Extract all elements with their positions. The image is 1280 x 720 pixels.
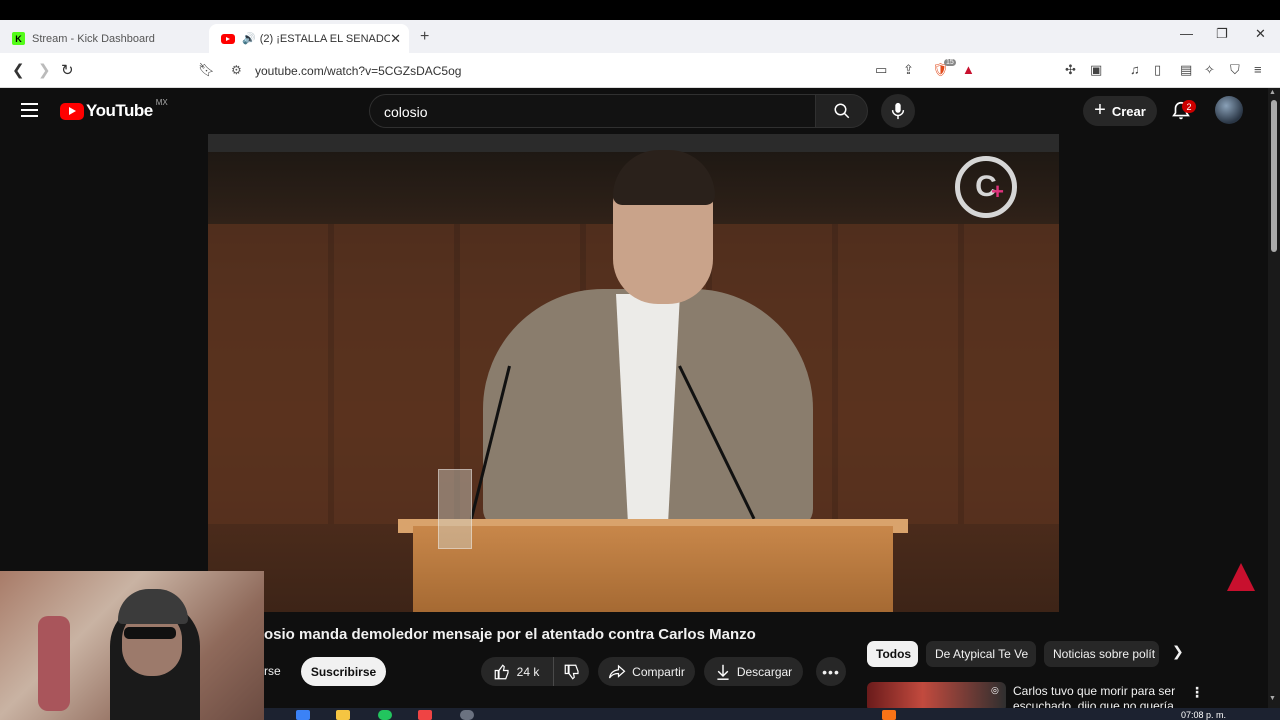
account-avatar[interactable] [1215,96,1243,124]
back-arrow-icon[interactable]: ❮ [12,61,25,79]
chip-news[interactable]: Noticias sobre polít [1044,641,1159,667]
brave-rewards-icon[interactable]: ▲ [962,62,975,77]
video-scene-water-glass [438,469,472,549]
tab-kick-dashboard[interactable]: K Stream - Kick Dashboard [0,24,205,53]
share-button[interactable]: Compartir [598,657,695,686]
os-taskbar [264,708,1280,720]
close-tab-icon[interactable]: ✕ [390,31,401,47]
voice-search-button[interactable] [881,94,915,128]
kick-favicon-icon: K [12,32,25,45]
notifications-badge: 2 [1182,100,1196,113]
guide-menu-icon[interactable] [21,103,38,117]
vpn-icon[interactable]: ⛉ [1230,62,1240,78]
minimize-icon[interactable]: — [1180,26,1193,41]
cast-icon[interactable]: ▭ [875,62,887,78]
taskbar-folder-icon[interactable] [336,710,350,720]
sidebar-icon[interactable]: ▯ [1154,62,1161,78]
share-label: Compartir [632,664,685,679]
site-settings-icon[interactable]: ⚙︎ [231,63,242,77]
tab-youtube-video[interactable]: 🔊 (2) ¡ESTALLA EL SENADO! Col ✕ [209,24,409,53]
microphone-icon [891,102,905,120]
browser-tab-bar: K Stream - Kick Dashboard 🔊 (2) ¡ESTALLA… [0,20,1280,53]
tab-search-icon[interactable]: ▣ [1090,62,1102,78]
taskbar-brave-icon[interactable] [418,710,432,720]
scrollbar-thumb[interactable] [1271,100,1277,252]
youtube-logo[interactable]: YouTube MX [60,97,168,121]
taskbar-edge-icon[interactable] [296,710,310,720]
download-button[interactable]: Descargar [704,657,803,686]
taskbar-tray-icon[interactable] [882,710,896,720]
bookmark-icon[interactable]: 🔖︎ [198,62,215,78]
tab-title: (2) ¡ESTALLA EL SENADO! Col [259,32,390,45]
media-icon[interactable]: ♫ [1130,62,1140,77]
audio-playing-icon[interactable]: 🔊 [242,32,256,45]
menu-icon[interactable]: ≡ [1254,62,1262,77]
webcam-person-glasses [124,627,176,639]
extensions-icon[interactable]: ✣ [1065,62,1076,78]
search-input[interactable]: colosio [369,94,816,128]
more-actions-button[interactable]: ••• [816,657,846,686]
video-scene-podium [413,526,893,612]
scroll-down-icon[interactable]: ▼ [1269,695,1276,702]
subscribers-partial-text: rse [264,664,281,678]
webcam-person-cap [118,589,188,624]
dislike-button[interactable] [553,657,589,686]
leo-ai-icon[interactable]: ✧ [1204,62,1215,78]
webcam-background-coat [38,616,70,711]
taskbar-clock: 07:08 p. m. [1181,710,1227,720]
chip-channel[interactable]: De Atypical Te Ve [926,641,1036,667]
thumbs-down-icon [564,664,579,680]
taskbar-app-icon[interactable] [378,710,392,720]
share-arrow-icon [609,664,626,678]
webcam-overlay [0,571,264,720]
like-count: 24 k [516,664,540,679]
reload-icon[interactable]: ↻ [61,61,74,79]
url-text[interactable]: youtube.com/watch?v=5CGZsDAC5og [255,64,461,78]
new-tab-plus-icon[interactable]: + [420,28,429,46]
restore-icon[interactable]: ❐ [1216,26,1228,42]
region-code: MX [155,97,168,107]
share-page-icon[interactable]: ⇪ [903,62,914,78]
create-button[interactable]: + Crear [1083,96,1157,126]
related-video-menu-icon[interactable]: ⋮ [1190,684,1204,701]
channel-watermark-icon: ◎ [991,685,999,695]
video-scene-speaker-hair [613,150,715,205]
chevron-right-icon[interactable]: ❯ [1172,643,1184,660]
video-scene-balcony [208,134,1059,152]
like-button[interactable]: 24 k [481,657,551,686]
like-dislike-group: 24 k [481,657,589,686]
forward-arrow-icon[interactable]: ❯ [38,61,51,79]
atypical-logo-icon [1227,563,1255,591]
video-title: osio manda demoledor mensaje por el aten… [264,626,756,643]
tab-title: Stream - Kick Dashboard [32,32,155,45]
brave-badge: 15 [944,59,956,66]
search-icon [834,103,849,119]
download-label: Descargar [736,664,793,679]
wallet-icon[interactable]: ▤ [1180,62,1192,78]
screen: K Stream - Kick Dashboard 🔊 (2) ¡ESTALLA… [0,0,1280,720]
scroll-up-icon[interactable]: ▲ [1269,89,1276,96]
address-bar: ❮ ❯ ↻ 🔖︎ ⚙︎ youtube.com/watch?v=5CGZsDAC… [0,53,1280,88]
create-label: Crear [1111,103,1146,119]
youtube-wordmark: YouTube [86,101,153,120]
chip-all[interactable]: Todos [867,641,918,667]
search-button[interactable] [815,94,868,128]
video-player[interactable]: C + [208,134,1059,612]
search-query: colosio [384,104,428,120]
youtube-favicon-icon [221,33,235,44]
youtube-play-icon [60,102,84,120]
subscribe-button[interactable]: Suscribirse [301,657,386,686]
channel-watermark-logo: C + [955,156,1017,218]
youtube-header: YouTube MX colosio + Crear [0,88,1268,134]
top-strip [0,0,1280,20]
taskbar-app-icon[interactable] [460,710,474,720]
download-icon [717,664,729,680]
close-window-icon[interactable]: ✕ [1255,26,1266,42]
plus-icon: + [1094,98,1106,121]
thumbs-up-icon [494,663,509,679]
